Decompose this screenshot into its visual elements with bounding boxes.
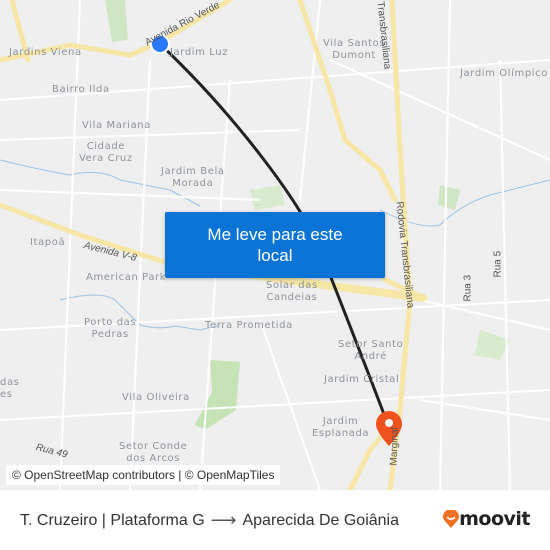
brand-name: moovit <box>459 508 530 530</box>
neighborhood-label: das es <box>0 377 20 400</box>
park-area <box>105 0 128 42</box>
origin-name: T. Cruzeiro | Plataforma G <box>20 511 205 529</box>
destination-name: Aparecida De Goiânia <box>242 511 400 529</box>
map-attribution[interactable]: © OpenStreetMap contributors | © OpenMap… <box>6 465 281 485</box>
park-area <box>475 330 510 360</box>
arrow-right-icon: ⟶ <box>210 510 237 530</box>
park-area <box>250 185 285 210</box>
map[interactable]: Jardins Viena Bairro Ilda Vila Mariana C… <box>0 0 550 490</box>
neighborhood-label: Porto das Pedras <box>84 317 137 340</box>
neighborhood-label: Vila Santos Dumont <box>323 38 386 61</box>
road-label: Rua 3 <box>462 274 474 302</box>
park-area <box>438 185 460 210</box>
neighborhood-label: Cidade Vera Cruz <box>79 141 133 164</box>
neighborhood-label: Jardim Bela Morada <box>161 166 225 189</box>
route-summary: T. Cruzeiro | Plataforma G ⟶ Aparecida D… <box>20 510 399 531</box>
park-area <box>195 360 240 430</box>
neighborhood-label: Jardim Luz <box>170 47 229 58</box>
neighborhood-label: Vila Mariana <box>82 120 151 131</box>
neighborhood-label: American Park <box>86 272 167 283</box>
moovit-logo[interactable]: moovit <box>443 508 530 530</box>
neighborhood-label: Itapoã <box>30 237 66 248</box>
neighborhood-label: Terra Prometida <box>205 320 293 331</box>
road-label: Rua 5 <box>492 250 504 278</box>
neighborhood-label: Jardim Olímpico <box>460 68 548 79</box>
neighborhood-label: Jardim Cristal <box>324 374 400 385</box>
moovit-pin-icon <box>443 510 460 528</box>
footer: T. Cruzeiro | Plataforma G ⟶ Aparecida D… <box>0 490 550 550</box>
road-label: Marginal <box>388 426 401 466</box>
neighborhood-label: Setor Conde dos Arcos <box>119 441 188 464</box>
neighborhood-label: Bairro Ilda <box>52 84 110 95</box>
neighborhood-label: Jardim Esplanada <box>312 416 370 439</box>
neighborhood-label: Jardins Viena <box>9 47 82 58</box>
take-me-here-button[interactable]: Me leve para este local <box>165 212 385 278</box>
neighborhood-label: Solar das Candeias <box>266 280 318 303</box>
neighborhood-label: Setor Santo André <box>338 339 404 362</box>
neighborhood-label: Vila Oliveira <box>122 392 190 403</box>
